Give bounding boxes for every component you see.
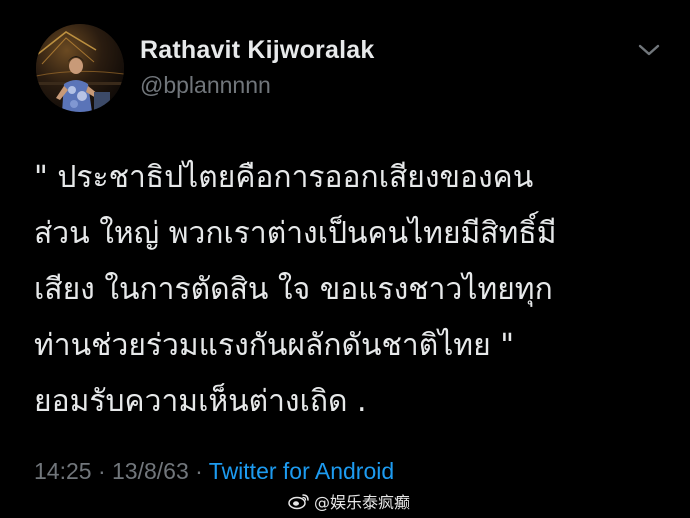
tweet-source-link[interactable]: Twitter for Android	[209, 458, 394, 484]
tweet-date[interactable]: 13/8/63	[112, 458, 189, 484]
tweet-time[interactable]: 14:25	[34, 458, 92, 484]
avatar-photo	[36, 24, 124, 112]
tweet-text: " ประชาธิปไตยคือการออกเสียงของคน ส่วน ให…	[34, 150, 674, 430]
tweet-text-line: " ประชาธิปไตยคือการออกเสียงของคน	[34, 160, 534, 195]
meta-separator: ·	[97, 458, 113, 484]
tweet-text-line: ยอมรับความเห็นต่างเถิด .	[34, 384, 367, 419]
tweet-text-line: เสียง ในการตัดสิน ใจ ขอแรงชาวไทยทุก	[34, 272, 553, 307]
weibo-logo-icon	[288, 494, 309, 510]
tweet-card: Rathavit Kijworalak @bplannnnn " ประชาธิ…	[0, 0, 690, 518]
avatar[interactable]	[36, 24, 124, 112]
tweet-meta: 14:25 · 13/8/63 · Twitter for Android	[34, 458, 394, 485]
meta-separator: ·	[195, 458, 209, 484]
watermark: @娱乐泰疯癫	[288, 490, 410, 512]
user-handle[interactable]: @bplannnnn	[140, 72, 271, 99]
display-name[interactable]: Rathavit Kijworalak	[140, 36, 374, 65]
tweet-text-line: ส่วน ใหญ่ พวกเราต่างเป็นคนไทยมีสิทธิ์มี	[34, 216, 557, 251]
chevron-down-icon[interactable]	[636, 40, 662, 60]
watermark-text: @娱乐泰疯癫	[314, 493, 411, 512]
tweet-text-line: ท่านช่วยร่วมแรงกันผลักดันชาติไทย "	[34, 328, 514, 363]
